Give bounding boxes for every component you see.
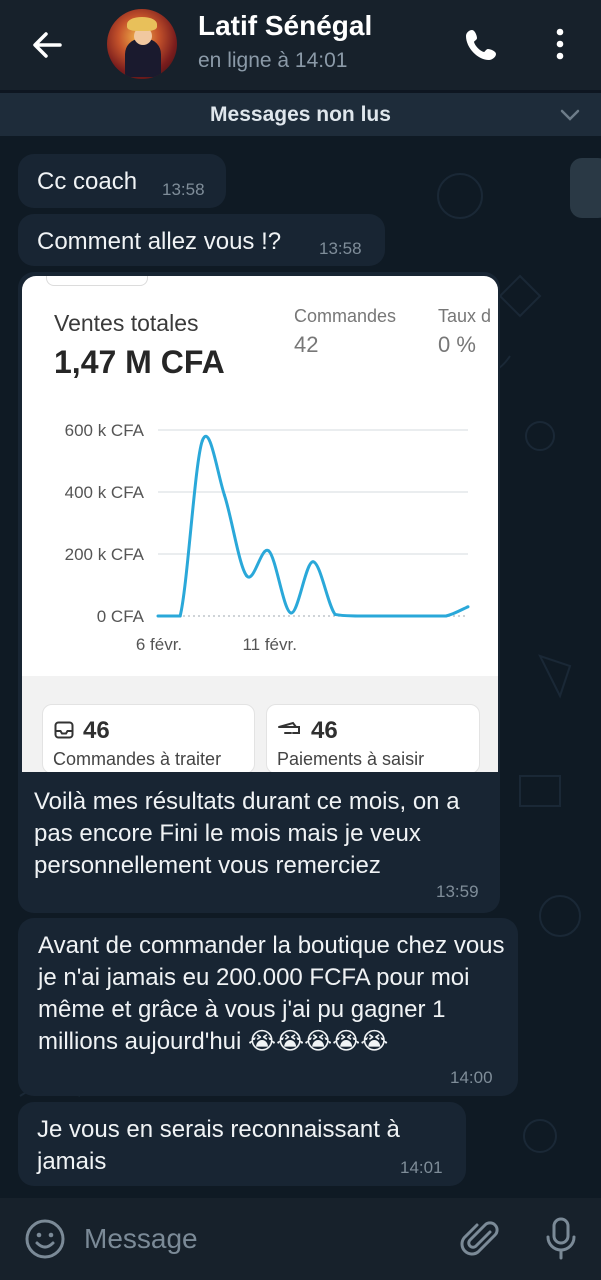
message-time: 13:59 <box>436 882 479 901</box>
more-vertical-icon[interactable] <box>546 24 574 64</box>
chart-data-point <box>377 614 381 618</box>
chart-data-point <box>178 614 182 618</box>
chart-y-tick-label: 400 k CFA <box>65 483 145 502</box>
inbox-icon <box>54 721 74 739</box>
chart-data-point <box>466 605 470 609</box>
chart-data-point <box>400 614 404 618</box>
payments-to-enter-card[interactable]: 46 Paiements à saisir <box>266 704 480 772</box>
paperclip-icon[interactable] <box>460 1218 502 1260</box>
contact-name[interactable]: Latif Sénégal <box>198 10 372 42</box>
phone-icon[interactable] <box>462 24 502 64</box>
dashboard-cards-area: 46 Commandes à traiter 46 Paiements à sa… <box>22 676 498 772</box>
chart-data-point <box>156 614 160 618</box>
message-time: 14:01 <box>400 1158 443 1177</box>
chart-data-point <box>311 560 315 564</box>
chart-data-point <box>444 614 448 618</box>
chart-x-tick-label: 6 févr. <box>136 635 182 654</box>
chart-data-point <box>289 611 293 615</box>
message-composer <box>0 1198 601 1280</box>
chart-y-tick-label: 200 k CFA <box>65 545 145 564</box>
orders-to-process-label: Commandes à traiter <box>53 749 222 769</box>
message-bubble[interactable]: Je vous en serais reconnaissant à jamais <box>18 1102 466 1186</box>
payments-to-enter-count: 46 <box>311 717 338 744</box>
message-input[interactable] <box>84 1220 444 1258</box>
unread-messages-banner: Messages non lus <box>0 93 601 136</box>
image-caption: Voilà mes résultats durant ce mois, on a… <box>34 788 460 879</box>
chart-data-point <box>333 612 337 616</box>
sales-dashboard-screenshot[interactable]: Ventes totales 1,47 M CFA Commandes 42 T… <box>22 276 498 772</box>
message-bubble[interactable]: Avant de commander la boutique chez vous… <box>18 918 518 1096</box>
message-text: Comment allez vous !? <box>37 228 282 255</box>
chart-data-point <box>267 549 271 553</box>
chart-data-point <box>222 493 226 497</box>
chart-data-point <box>200 439 204 443</box>
chart-series-line <box>158 435 469 618</box>
unread-label: Messages non lus <box>210 103 391 126</box>
payment-icon <box>278 721 300 734</box>
chat-header: Latif Sénégal en ligne à 14:01 <box>0 0 601 90</box>
contact-avatar[interactable] <box>107 9 177 79</box>
microphone-icon[interactable] <box>543 1216 579 1262</box>
chart-data-point <box>355 614 359 618</box>
back-arrow-icon[interactable] <box>30 28 64 62</box>
message-text: Avant de commander la boutique chez vous… <box>38 932 505 1055</box>
orders-to-process-count: 46 <box>83 717 110 744</box>
sales-line-chart: 0 CFA 200 k CFA 400 k CFA 600 k CFA 6 févr. 1… <box>65 421 470 654</box>
message-time: 14:00 <box>450 1068 493 1087</box>
chart-y-tick-label: 0 CFA <box>97 607 145 626</box>
payments-to-enter-label: Paiements à saisir <box>277 749 425 769</box>
message-time: 13:58 <box>162 180 205 199</box>
emoji-icon[interactable] <box>24 1218 66 1260</box>
chart-data-point <box>422 614 426 618</box>
contact-status: en ligne à 14:01 <box>198 49 348 72</box>
chart-y-tick-label: 600 k CFA <box>65 421 145 440</box>
chart-data-point <box>245 574 249 578</box>
orders-to-process-card[interactable]: 46 Commandes à traiter <box>42 704 255 772</box>
message-text: Cc coach <box>37 168 138 195</box>
scroll-shortcut-button[interactable] <box>570 158 601 218</box>
message-time: 13:58 <box>319 239 362 258</box>
chart-x-tick-label: 11 févr. <box>242 635 297 654</box>
chevron-down-icon[interactable] <box>559 105 581 125</box>
